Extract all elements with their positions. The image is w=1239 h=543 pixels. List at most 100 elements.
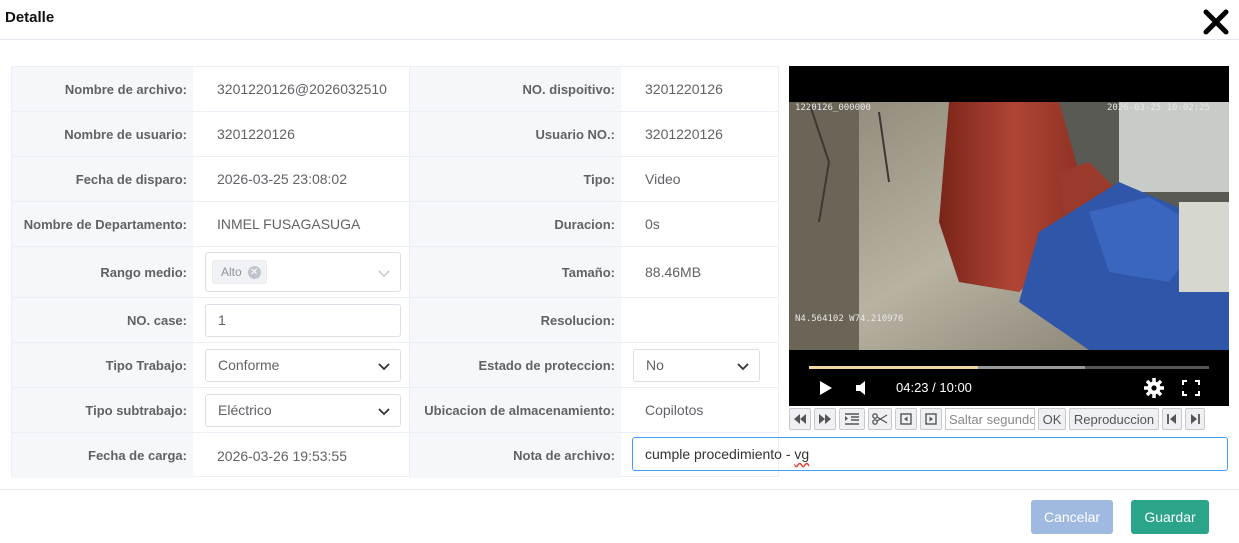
protection-select[interactable]: No: [633, 348, 760, 382]
resolution-label: Resolucion:: [410, 298, 621, 342]
subwork-value: Eléctrico: [218, 402, 272, 418]
list-indent-icon: [845, 413, 859, 425]
first-button[interactable]: [1162, 408, 1182, 430]
file-name-label: Nombre de archivo:: [12, 67, 193, 111]
case-no-label: NO. case:: [12, 298, 193, 342]
video-frame: [789, 102, 1229, 350]
range-select[interactable]: Alto ✕: [205, 252, 401, 292]
playback-button[interactable]: Reproduccion: [1069, 408, 1159, 430]
video-overlay-id: 1220126_000000: [795, 103, 871, 113]
video-overlay-gps: N4.564102 W74.210976: [795, 314, 904, 324]
subwork-label: Tipo subtrabajo:: [12, 388, 193, 432]
protection-cell: No: [621, 343, 778, 387]
cut-button[interactable]: [868, 408, 892, 430]
trigger-date-value: 2026-03-25 23:08:02: [193, 157, 410, 201]
work-type-label: Tipo Trabajo:: [12, 343, 193, 387]
size-label: Tamaño:: [410, 247, 621, 297]
work-type-value: Conforme: [218, 357, 280, 373]
department-label: Nombre de Departamento:: [12, 202, 193, 246]
frame-forward-icon: [925, 413, 937, 425]
department-value: INMEL FUSAGASUGA: [193, 202, 410, 246]
fullscreen-icon[interactable]: [1182, 380, 1200, 396]
time-display: 04:23 / 10:00: [896, 380, 972, 395]
close-icon[interactable]: [1203, 9, 1229, 35]
table-row: Tipo subtrabajo: Eléctrico Ubicacion de …: [12, 388, 778, 433]
skip-start-icon: [1167, 414, 1176, 424]
case-no-cell: 1: [193, 298, 410, 342]
user-no-label: Usuario NO.:: [410, 112, 621, 156]
work-type-cell: Conforme: [193, 343, 410, 387]
last-button[interactable]: [1185, 408, 1205, 430]
tag-remove-icon[interactable]: ✕: [247, 265, 261, 279]
storage-label: Ubicacion de almacenamiento:: [410, 388, 621, 432]
video-overlay-timestamp: 2026-03-25 10:02:25: [1107, 103, 1210, 113]
rewind-button[interactable]: [789, 408, 811, 430]
chevron-down-icon: [378, 407, 390, 415]
user-name-value: 3201220126: [193, 112, 410, 156]
table-row: Rango medio: Alto ✕ Tamaño: 88.46MB: [12, 247, 778, 298]
list-button[interactable]: [839, 408, 865, 430]
video-player[interactable]: 1220126_000000 2026-03-25 10:02:25 N4.56…: [789, 66, 1229, 406]
user-name-label: Nombre de usuario:: [12, 112, 193, 156]
player-toolbar: Saltar segundos OK Reproduccion: [789, 407, 1229, 431]
chevron-down-icon: [737, 362, 749, 370]
table-row: Nombre de Departamento: INMEL FUSAGASUGA…: [12, 202, 778, 247]
case-no-input[interactable]: 1: [205, 303, 401, 337]
size-value: 88.46MB: [645, 264, 702, 280]
upload-date-value: 2026-03-26 19:53:55: [193, 433, 410, 478]
progress-played: [809, 366, 979, 369]
note-input[interactable]: cumple procedimiento - vg: [632, 437, 1228, 471]
prev-frame-button[interactable]: [895, 408, 917, 430]
device-no-value: 3201220126: [645, 81, 723, 97]
fast-forward-icon: [819, 414, 831, 424]
dialog-footer: [0, 489, 1239, 490]
cancel-button[interactable]: Cancelar: [1031, 500, 1113, 534]
jump-seconds-input[interactable]: Saltar segundos: [945, 408, 1035, 430]
subwork-cell: Eléctrico: [193, 388, 410, 432]
volume-icon[interactable]: [855, 380, 869, 396]
range-tag-label: Alto: [221, 265, 242, 279]
settings-icon[interactable]: [1144, 378, 1164, 398]
detail-table: Nombre de archivo: 3201220126@2026032510…: [11, 66, 779, 478]
range-label: Rango medio:: [12, 247, 193, 297]
next-frame-button[interactable]: [920, 408, 942, 430]
dialog-header: Detalle: [0, 0, 1239, 40]
play-icon[interactable]: [819, 380, 833, 396]
dialog-title: Detalle: [5, 9, 55, 26]
fast-forward-button[interactable]: [814, 408, 836, 430]
protection-value: No: [646, 357, 664, 373]
scissors-icon: [872, 413, 888, 425]
type-label: Tipo:: [410, 157, 621, 201]
range-cell: Alto ✕: [193, 247, 410, 297]
player-controls: 04:23 / 10:00: [789, 350, 1229, 406]
table-row: Nombre de usuario: 3201220126 Usuario NO…: [12, 112, 778, 157]
duration-value: 0s: [645, 216, 660, 232]
note-label: Nota de archivo:: [410, 433, 621, 478]
protection-label: Estado de proteccion:: [410, 343, 621, 387]
device-no-label: NO. dispoitivo:: [410, 67, 621, 111]
trigger-date-label: Fecha de disparo:: [12, 157, 193, 201]
user-no-value: 3201220126: [645, 126, 723, 142]
resolution-value: [621, 298, 778, 342]
progress-bar[interactable]: [809, 366, 1209, 369]
table-row: Tipo Trabajo: Conforme Estado de protecc…: [12, 343, 778, 388]
duration-label: Duracion:: [410, 202, 621, 246]
jump-ok-button[interactable]: OK: [1038, 408, 1066, 430]
upload-date-label: Fecha de carga:: [12, 433, 193, 478]
storage-value: Copilotos: [645, 402, 704, 418]
skip-end-icon: [1191, 414, 1200, 424]
table-row: Fecha de disparo: 2026-03-25 23:08:02 Ti…: [12, 157, 778, 202]
subwork-select[interactable]: Eléctrico: [205, 393, 401, 427]
work-type-select[interactable]: Conforme: [205, 348, 401, 382]
chevron-down-icon: [378, 362, 390, 370]
file-name-value: 3201220126@2026032510: [193, 67, 410, 111]
rewind-icon: [794, 414, 806, 424]
note-text: cumple procedimiento -: [645, 446, 795, 462]
table-row: Nombre de archivo: 3201220126@2026032510…: [12, 67, 778, 112]
range-tag: Alto ✕: [212, 260, 267, 284]
frame-back-icon: [900, 413, 912, 425]
table-row: NO. case: 1 Resolucion:: [12, 298, 778, 343]
save-button[interactable]: Guardar: [1131, 500, 1209, 534]
type-value: Video: [645, 171, 681, 187]
note-flagged-word: vg: [794, 446, 810, 462]
